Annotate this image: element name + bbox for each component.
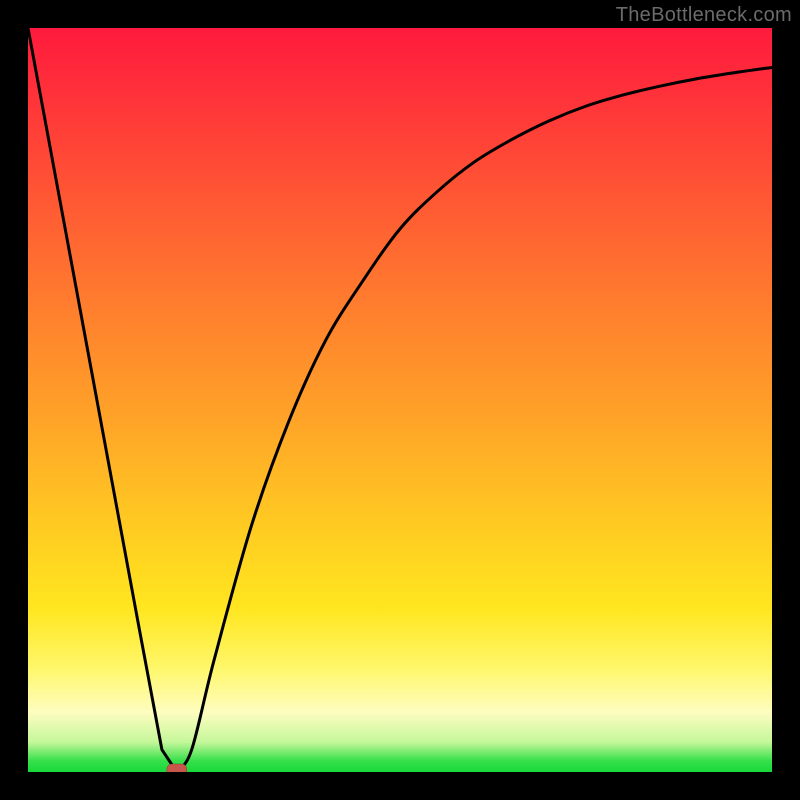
chart-container: TheBottleneck.com: [0, 0, 800, 800]
plot-background: [28, 28, 772, 772]
watermark-label: TheBottleneck.com: [616, 4, 792, 27]
